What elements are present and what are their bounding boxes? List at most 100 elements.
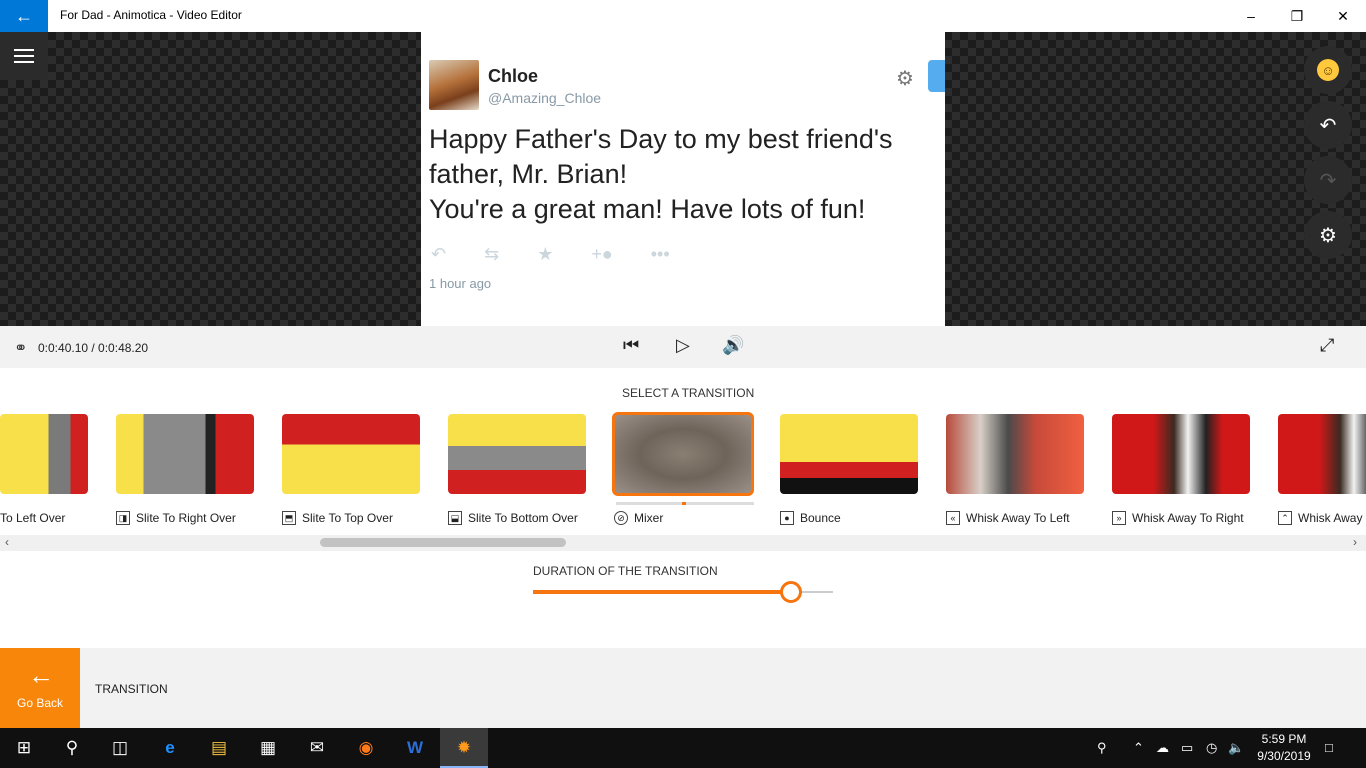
sticker-button[interactable]: ☺ [1304, 46, 1352, 94]
clock-time: 5:59 PM [1261, 732, 1307, 746]
transition-label: Whisk Away To Left [966, 511, 1070, 525]
onedrive-icon[interactable]: ☁ [1156, 740, 1169, 756]
timer-icon: ⚭ [14, 340, 28, 357]
transition-thumbnail [612, 412, 754, 496]
go-back-button[interactable]: ← Go Back [0, 648, 80, 728]
word-icon: W [406, 738, 424, 757]
notifications-icon[interactable]: □ [1325, 740, 1333, 755]
folder-icon: ▤ [210, 738, 228, 757]
skip-to-start-button[interactable]: ⏮ [623, 335, 639, 356]
transition-thumbnail [1278, 414, 1366, 494]
more-icon: ••• [650, 244, 670, 264]
close-icon: ✕ [1337, 7, 1349, 24]
whisk-left-icon: « [946, 511, 960, 525]
play-button[interactable]: ▷ [676, 335, 690, 356]
clock[interactable]: 5:59 PM 9/30/2019 [1250, 731, 1318, 765]
wifi-icon[interactable]: ◷ [1206, 740, 1217, 756]
edge-button[interactable]: e [146, 728, 194, 768]
firefox-button[interactable]: ◉ [342, 728, 390, 768]
search-button[interactable]: ⚲ [48, 728, 96, 768]
close-button[interactable]: ✕ [1320, 0, 1366, 32]
tweet-author-name: Chloe [488, 66, 539, 86]
chevron-up-icon[interactable]: ⌃ [1133, 740, 1144, 756]
smiley-icon: ☺ [1317, 59, 1339, 81]
minimize-icon: – [1247, 8, 1255, 24]
arrow-left-icon: ← [28, 660, 54, 690]
mail-icon: ✉ [309, 738, 325, 757]
transition-label: Whisk Away To Right [1132, 511, 1244, 525]
expand-icon: ⤢ [1320, 335, 1335, 355]
fullscreen-button[interactable]: ⤢ [1320, 335, 1334, 356]
avatar [429, 60, 479, 110]
bounce-icon: ● [780, 511, 794, 525]
follow-user-icon: +● [591, 244, 613, 264]
slide-bottom-icon: ⬓ [448, 511, 462, 525]
back-button[interactable]: ← [0, 0, 48, 32]
transition-list[interactable]: To Left Over ◨ Slite To Right Over ⬒ Slite… [0, 412, 1366, 532]
whisk-right-icon: » [1112, 511, 1126, 525]
scrollbar-thumb[interactable] [320, 538, 566, 547]
transition-label: Whisk Away [1298, 511, 1363, 525]
task-view-button[interactable]: ◫ [96, 728, 144, 768]
reply-icon: ↶ [431, 244, 447, 264]
transition-label: Mixer [634, 511, 664, 525]
transition-scrollbar[interactable]: ‹ › [0, 535, 1366, 551]
transition-label: Slite To Right Over [136, 511, 236, 525]
restore-button[interactable]: ❐ [1274, 0, 1320, 32]
restore-icon: ❐ [1290, 7, 1304, 24]
scroll-left-icon[interactable]: ‹ [5, 535, 9, 549]
tweet-text: Happy Father's Day to my best friend's f… [429, 124, 893, 224]
store-button[interactable]: ▦ [244, 728, 292, 768]
section-title: TRANSITION [95, 682, 168, 696]
mail-button[interactable]: ✉ [293, 728, 341, 768]
menu-button[interactable] [0, 32, 48, 80]
duration-slider[interactable] [533, 580, 833, 604]
redo-button[interactable]: ↷ [1304, 156, 1352, 204]
undo-icon: ↶ [1319, 114, 1337, 137]
tweet-time: 1 hour ago [429, 276, 492, 291]
animotica-icon: ✹ [456, 738, 472, 757]
word-button[interactable]: W [391, 728, 439, 768]
task-view-icon: ◫ [111, 738, 129, 757]
edge-icon: e [165, 738, 175, 757]
transition-thumbnail [1112, 414, 1250, 494]
battery-icon[interactable]: ▭ [1181, 740, 1193, 756]
gear-icon: ⚙ [896, 68, 914, 90]
transition-label: Slite To Bottom Over [468, 511, 578, 525]
transition-thumbnail [282, 414, 420, 494]
tweet-card[interactable]: Chloe @Amazing_Chloe ⚙ Happy Father's Da… [421, 32, 945, 326]
whisk-up-icon: ⌃ [1278, 511, 1292, 525]
clock-date: 9/30/2019 [1257, 749, 1311, 763]
settings-button[interactable]: ⚙ [1304, 211, 1352, 259]
volume-icon: 🔊 [722, 335, 745, 355]
search-icon: ⚲ [65, 738, 79, 757]
transition-thumbnail [780, 414, 918, 494]
undo-button[interactable]: ↶ [1304, 101, 1352, 149]
star-icon: ★ [537, 244, 554, 264]
store-icon: ▦ [259, 738, 277, 757]
scroll-right-icon[interactable]: › [1353, 535, 1357, 549]
slide-top-icon: ⬒ [282, 511, 296, 525]
volume-button[interactable]: 🔊 [722, 335, 744, 356]
play-icon: ▷ [676, 335, 690, 355]
slider-thumb[interactable] [780, 581, 802, 603]
tweet-actions: ↶ ⇆ ★ +● ••• [431, 244, 670, 265]
windows-icon: ⊞ [16, 738, 32, 757]
animotica-button[interactable]: ✹ [440, 728, 488, 768]
file-explorer-button[interactable]: ▤ [195, 728, 243, 768]
start-button[interactable]: ⊞ [0, 728, 48, 768]
title-bar: ← For Dad - Animotica - Video Editor – ❐… [0, 0, 1366, 32]
window-title: For Dad - Animotica - Video Editor [60, 8, 242, 22]
minimize-button[interactable]: – [1228, 0, 1274, 32]
bottom-app-bar: ← Go Back TRANSITION [0, 648, 1366, 728]
duration-title: DURATION OF THE TRANSITION [533, 564, 718, 578]
people-icon[interactable]: ⚲ [1097, 740, 1107, 756]
retweet-icon: ⇆ [484, 244, 500, 264]
redo-icon: ↷ [1319, 169, 1337, 192]
playback-time: 0:0:40.10 / 0:0:48.20 [38, 341, 149, 355]
gear-icon: ⚙ [1319, 224, 1337, 247]
volume-icon[interactable]: 🔈 [1228, 740, 1244, 756]
transition-label: To Left Over [0, 511, 66, 525]
slide-right-icon: ◨ [116, 511, 130, 525]
go-back-label: Go Back [16, 696, 64, 710]
